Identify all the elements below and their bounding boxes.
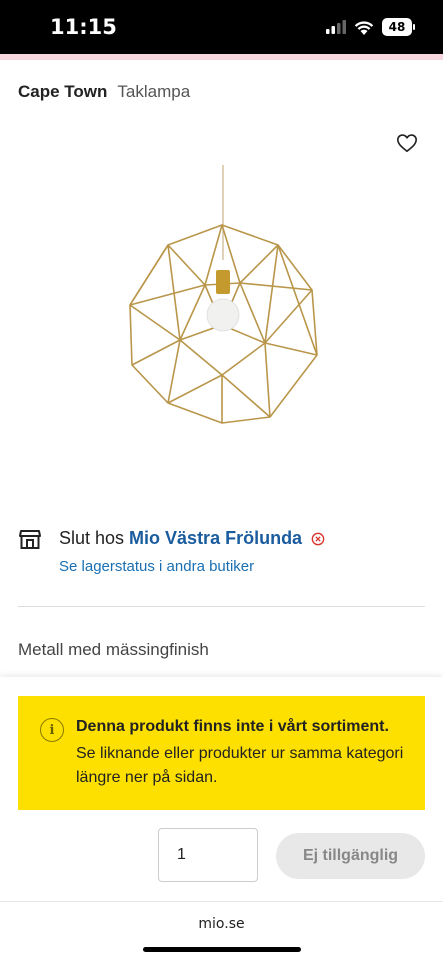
store-status: Slut hos Mio Västra Frölunda: [59, 528, 325, 549]
status-bar: 11:15 48: [0, 0, 443, 54]
store-name-link[interactable]: Mio Västra Frölunda: [129, 528, 302, 549]
other-stores-link[interactable]: Se lagerstatus i andra butiker: [59, 558, 254, 575]
battery-icon: 48: [382, 18, 415, 36]
product-material: Metall med mässingfinish: [18, 640, 209, 659]
breadcrumb: Cape Town Taklampa: [18, 82, 190, 102]
store-icon: [19, 530, 41, 549]
divider: [18, 606, 425, 607]
store-status-prefix: Slut hos: [59, 528, 125, 548]
close-circle-icon: [311, 532, 325, 545]
notice-body: Se liknande eller produkter ur samma kat…: [76, 745, 404, 786]
availability-notice: i Denna produkt finns inte i vårt sortim…: [18, 696, 425, 810]
status-icons: 48: [326, 18, 415, 36]
home-indicator[interactable]: [143, 947, 301, 952]
purchase-panel: i Denna produkt finns inte i vårt sortim…: [0, 677, 443, 901]
url-text: mio.se: [198, 916, 245, 932]
heart-icon[interactable]: [396, 132, 418, 154]
header-strip: [0, 54, 443, 60]
wifi-icon: [354, 20, 374, 35]
signal-icon: [326, 20, 346, 34]
product-image[interactable]: [110, 165, 340, 435]
unavailable-button[interactable]: Ej tillgänglig: [276, 833, 425, 879]
quantity-input[interactable]: [158, 828, 258, 882]
product-brand[interactable]: Cape Town: [18, 82, 107, 102]
status-time: 11:15: [50, 15, 117, 39]
battery-level: 48: [382, 18, 412, 36]
browser-url-bar[interactable]: mio.se: [0, 901, 443, 960]
product-category: Taklampa: [117, 82, 191, 101]
info-icon: i: [40, 718, 64, 742]
notice-title: Denna produkt finns inte i vårt sortimen…: [76, 718, 389, 735]
